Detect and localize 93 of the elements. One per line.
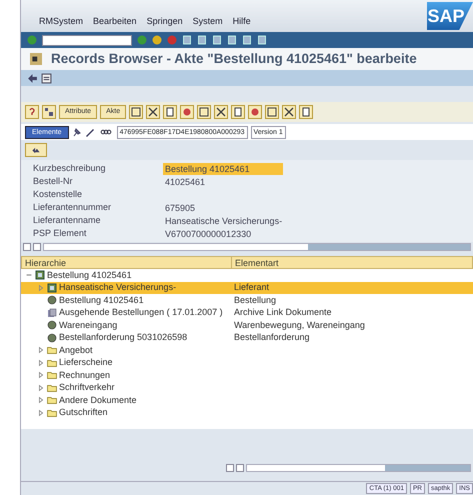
attribute-value: 675905 [164,202,196,214]
scroll-left-button[interactable] [23,243,31,251]
page-icon[interactable] [299,105,314,119]
documents-icon [47,308,57,318]
tree-row[interactable]: Bestellanforderung 5031026598 Bestellanforderung [21,332,473,344]
window-title: Records Browser - Akte "Bestellung 41025461" bearbeite [51,50,417,68]
circle-icon [47,332,57,343]
tree-row[interactable]: Angebot [21,344,473,356]
node-label: Bestellanforderung 5031026598 [59,331,188,344]
element-type: Bestellung [233,294,276,307]
pin-icon[interactable] [72,127,82,137]
attribute-value: Bestellung 41025461 [163,162,283,174]
menu-icon[interactable] [27,53,45,65]
column-header[interactable]: Elementart [232,257,279,268]
attribute-value: Hanseatische Versicherungs- [164,214,283,226]
scroll-right-button[interactable] [33,243,41,251]
expand-icon[interactable] [37,408,45,417]
tree-row[interactable]: Gutschriften [21,406,473,419]
node-label: Bestellung 41025461 [47,268,132,282]
circle-icon [47,295,57,306]
menu-item[interactable]: Springen [146,14,183,28]
folder-icon [47,408,57,418]
command-field[interactable] [42,34,132,46]
node-label: Andere Dokumente [59,394,137,406]
element-type: Archive Link Dokumente [233,306,332,319]
menu-item[interactable]: System [192,14,223,28]
page-icon[interactable] [163,105,178,119]
node-label: Hanseatische Versicherungs- [59,281,176,294]
tree-row[interactable]: Bestellung 41025461 Bestellung [21,294,473,306]
tree-row[interactable]: Andere Dokumente [21,394,473,406]
attribute-label: Kostenstelle [33,188,84,201]
back-icon[interactable] [27,72,38,84]
tree-row[interactable]: Ausgehende Bestellungen ( 17.01.2007 ) Archive Link Dokumente [21,306,473,319]
page-icon[interactable] [231,105,246,119]
node-label: Rechnungen [59,368,110,382]
node-label: Lieferscheine [59,356,113,369]
tree-row[interactable]: Wareneingang Warenbewegung, Wareneingang [21,319,473,332]
tree-row[interactable]: Hanseatische Versicherungs- Lieferant [21,282,473,294]
attribute-label: Kurzbeschreibung [33,162,107,175]
column-header[interactable]: Hierarchie [22,257,232,268]
help-icon[interactable] [25,105,39,119]
frame-icon[interactable] [197,105,212,119]
node-label: Schriftverkehr [59,381,115,394]
attribute-label: Lieferantennummer [33,200,112,214]
collapse-button[interactable] [25,143,47,157]
menu-item[interactable]: RMSystem [39,14,84,28]
element-type: Lieferant [233,281,270,294]
attribute-value: 41025461 [164,176,206,188]
cross-icon[interactable] [146,105,160,119]
node-label: Gutschriften [59,406,108,419]
cross-icon[interactable] [214,105,228,119]
circle-icon [47,320,57,330]
record-icon [35,270,45,280]
list-icon[interactable] [41,72,52,84]
glasses-icon[interactable] [98,127,114,137]
attribute-value: V6700700000012330 [164,228,252,240]
expand-icon[interactable] [37,371,45,380]
pencil-icon[interactable] [84,127,95,137]
tree-row[interactable]: Rechnungen [21,369,473,382]
tree-row[interactable]: Schriftverkehr [21,382,473,394]
folder-icon [47,358,57,368]
scroll-right-button[interactable] [236,464,244,472]
menu-item[interactable]: Bearbeiten [93,14,137,28]
expand-icon[interactable] [37,346,45,354]
expand-icon[interactable] [37,358,45,367]
frame-icon[interactable] [129,105,144,119]
scrollbar[interactable] [43,243,471,251]
tree-row[interactable]: Bestellung 41025461 [21,269,473,282]
circle-icon[interactable] [152,35,162,45]
node-label: Wareneingang [59,318,118,332]
folder-icon [47,345,57,356]
folder-icon [47,395,57,406]
record-icon [47,282,57,293]
logo: SAP [427,2,473,30]
menu-item[interactable]: Hilfe [232,14,251,28]
tree-row[interactable]: Lieferscheine [21,356,473,369]
attribute-label: PSP Element [33,226,88,240]
scrollbar[interactable] [246,464,471,472]
scroll-left-button[interactable] [226,464,234,472]
tree-icon[interactable] [42,105,56,119]
element-type: Bestellanforderung [233,331,310,344]
frame-icon[interactable] [265,105,280,119]
node-label: Ausgehende Bestellungen ( 17.01.2007 ) [59,306,223,319]
node-label: Angebot [59,344,93,357]
folder-icon [47,382,57,393]
cross-icon[interactable] [282,105,296,119]
attribute-label: Lieferantenname [33,214,102,227]
attribute-label: Bestell-Nr [33,174,74,188]
node-label: Bestellung 41025461 [59,294,144,307]
expand-icon[interactable] [37,396,45,404]
folder-icon [47,370,57,380]
expand-icon[interactable] [37,384,45,392]
element-type: Warenbewegung, Wareneingang [233,318,365,332]
